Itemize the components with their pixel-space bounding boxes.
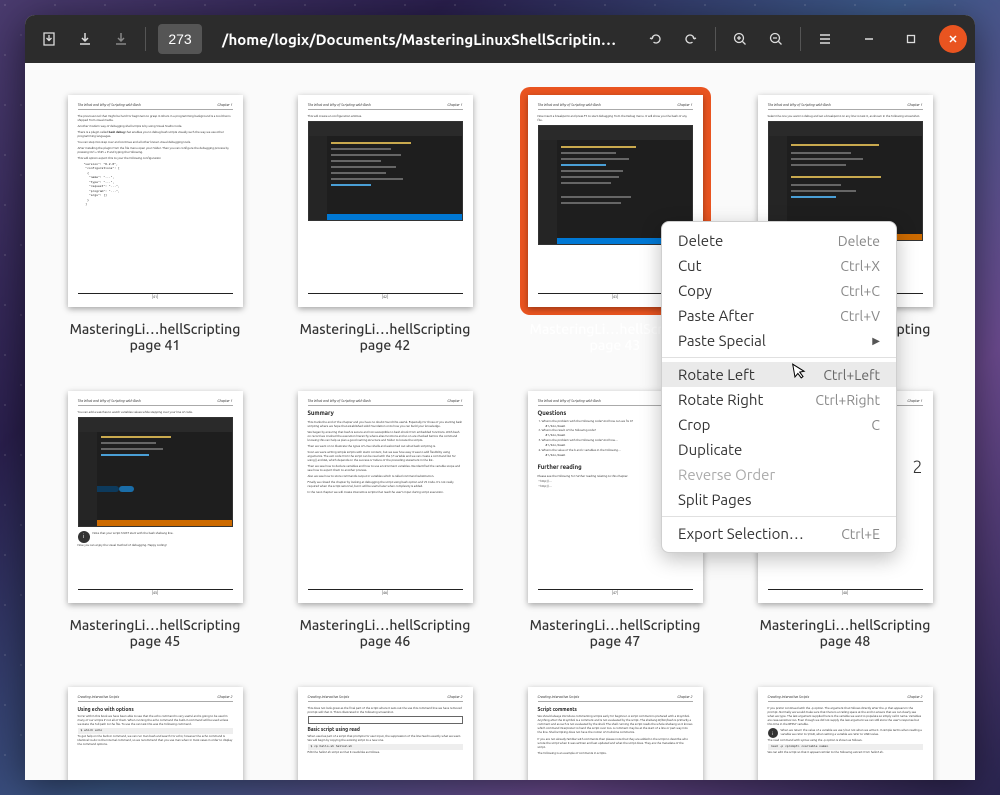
thumbnail-cell[interactable]: The What and Why of Scripting with BashC… bbox=[285, 383, 485, 649]
ctx-crop[interactable]: CropC bbox=[662, 412, 896, 437]
close-button[interactable] bbox=[939, 25, 967, 53]
thumbnail-cell[interactable]: The What and Why of Scripting with BashC… bbox=[55, 383, 255, 649]
ctx-paste-special[interactable]: Paste Special▶ bbox=[662, 328, 896, 353]
ctx-rotate-left[interactable]: Rotate LeftCtrl+Left bbox=[662, 362, 896, 387]
page-thumbnail[interactable]: The What and Why of Scripting with BashC… bbox=[298, 391, 473, 603]
ctx-split-pages[interactable]: Split Pages bbox=[662, 487, 896, 512]
thumbnail-cell[interactable]: Creating Interactive ScriptsChapter 2 Th… bbox=[285, 679, 485, 780]
thumbnail-cell[interactable]: The What and Why of Scripting with BashC… bbox=[55, 87, 255, 353]
menu-button[interactable] bbox=[809, 23, 841, 55]
zoom-out-button[interactable] bbox=[760, 23, 792, 55]
page-thumbnail[interactable]: The What and Why of Scripting with BashC… bbox=[68, 95, 243, 307]
zoom-in-button[interactable] bbox=[724, 23, 756, 55]
save-as-button[interactable] bbox=[105, 23, 137, 55]
thumbnail-caption: MasteringLi…hellScriptingpage 45 bbox=[70, 617, 241, 649]
minimize-button[interactable] bbox=[855, 25, 883, 53]
page-number-input[interactable] bbox=[158, 24, 202, 54]
ctx-separator bbox=[662, 516, 896, 517]
titlebar: /home/logix/Documents/MasteringLinuxShel… bbox=[25, 15, 975, 63]
ctx-copy[interactable]: CopyCtrl+C bbox=[662, 278, 896, 303]
page-thumbnail[interactable]: The What and Why of Scripting with BashC… bbox=[68, 391, 243, 603]
maximize-button[interactable] bbox=[897, 25, 925, 53]
window-title: /home/logix/Documents/MasteringLinuxShel… bbox=[210, 31, 635, 48]
ctx-cut[interactable]: CutCtrl+X bbox=[662, 253, 896, 278]
ctx-paste-after[interactable]: Paste AfterCtrl+V bbox=[662, 303, 896, 328]
thumbnail-caption: MasteringLi…hellScriptingpage 48 bbox=[760, 617, 931, 649]
thumbnail-caption: MasteringLi…hellScriptingpage 47 bbox=[530, 617, 701, 649]
page-thumbnail[interactable]: Creating Interactive ScriptsChapter 2 If… bbox=[758, 687, 933, 780]
context-menu: DeleteDelete CutCtrl+X CopyCtrl+C Paste … bbox=[661, 221, 897, 553]
thumbnail-cell[interactable]: Creating Interactive ScriptsChapter 2 Sc… bbox=[515, 679, 715, 780]
undo-button[interactable] bbox=[639, 23, 671, 55]
save-button[interactable] bbox=[69, 23, 101, 55]
ctx-reverse-order: Reverse Order bbox=[662, 462, 896, 487]
thumbnail-caption: MasteringLi…hellScriptingpage 42 bbox=[300, 321, 471, 353]
thumbnail-caption: MasteringLi…hellScriptingpage 46 bbox=[300, 617, 471, 649]
thumbnail-cell[interactable]: Creating Interactive ScriptsChapter 2 Us… bbox=[55, 679, 255, 780]
page-thumbnail[interactable]: Creating Interactive ScriptsChapter 2 Th… bbox=[298, 687, 473, 780]
thumbnail-caption: MasteringLi…hellScriptingpage 41 bbox=[70, 321, 241, 353]
ctx-export-selection[interactable]: Export Selection…Ctrl+E bbox=[662, 521, 896, 546]
ctx-delete[interactable]: DeleteDelete bbox=[662, 228, 896, 253]
ctx-separator bbox=[662, 357, 896, 358]
redo-button[interactable] bbox=[675, 23, 707, 55]
page-thumbnail[interactable]: Creating Interactive ScriptsChapter 2 Sc… bbox=[528, 687, 703, 780]
page-thumbnail[interactable]: The What and Why of Scripting with BashC… bbox=[298, 95, 473, 307]
ctx-rotate-right[interactable]: Rotate RightCtrl+Right bbox=[662, 387, 896, 412]
chevron-right-icon: ▶ bbox=[872, 335, 880, 347]
thumbnail-cell[interactable]: Creating Interactive ScriptsChapter 2 If… bbox=[745, 679, 945, 780]
thumbnail-cell[interactable]: The What and Why of Scripting with BashC… bbox=[285, 87, 485, 353]
page-thumbnail[interactable]: Creating Interactive ScriptsChapter 2 Us… bbox=[68, 687, 243, 780]
import-button[interactable] bbox=[33, 23, 65, 55]
ctx-duplicate[interactable]: Duplicate bbox=[662, 437, 896, 462]
